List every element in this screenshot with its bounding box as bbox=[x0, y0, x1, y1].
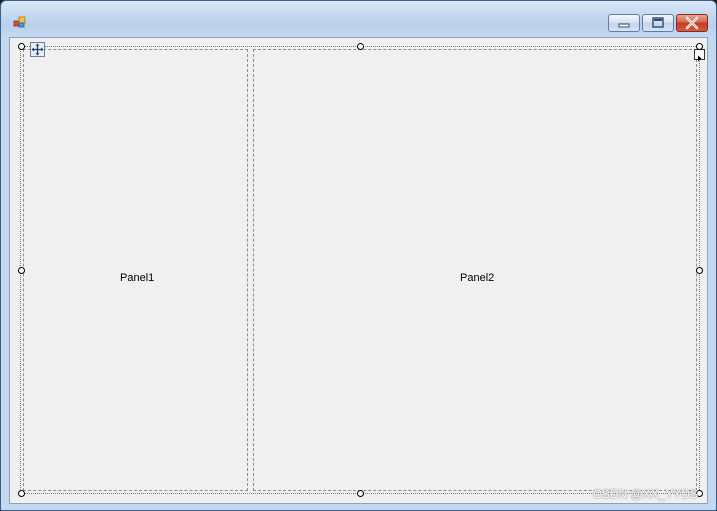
smart-tag-button[interactable] bbox=[694, 49, 705, 62]
winforms-app-icon[interactable] bbox=[13, 15, 27, 29]
resize-handle-top[interactable] bbox=[357, 43, 364, 50]
panel1-label: Panel1 bbox=[120, 272, 155, 284]
move-arrows-icon bbox=[31, 43, 44, 56]
split-panel-2[interactable]: Panel2 bbox=[253, 49, 697, 491]
smart-tag-arrow-icon bbox=[698, 55, 702, 62]
split-panel-1[interactable]: Panel1 bbox=[23, 49, 248, 491]
move-glyph-button[interactable] bbox=[30, 42, 45, 57]
watermark-text: CSDN @XX_YYDS bbox=[593, 487, 698, 501]
resize-handle-left[interactable] bbox=[18, 267, 25, 274]
form-client-area: Panel1 Panel2 bbox=[9, 37, 708, 504]
maximize-icon bbox=[652, 17, 664, 28]
resize-handle-top-left[interactable] bbox=[18, 43, 25, 50]
minimize-button[interactable] bbox=[608, 14, 640, 32]
split-container[interactable]: Panel1 Panel2 bbox=[20, 46, 705, 494]
form-window: Panel1 Panel2 CSDN @XX_YYDS bbox=[0, 0, 717, 511]
title-bar[interactable] bbox=[1, 1, 716, 37]
close-icon bbox=[685, 16, 699, 30]
minimize-icon bbox=[618, 23, 630, 28]
resize-handle-right[interactable] bbox=[696, 267, 703, 274]
close-button[interactable] bbox=[676, 14, 708, 32]
panel2-label: Panel2 bbox=[460, 272, 495, 284]
resize-handle-bottom[interactable] bbox=[357, 490, 364, 497]
resize-handle-top-right[interactable] bbox=[696, 43, 703, 50]
maximize-button[interactable] bbox=[642, 14, 674, 32]
resize-handle-bottom-left[interactable] bbox=[18, 490, 25, 497]
